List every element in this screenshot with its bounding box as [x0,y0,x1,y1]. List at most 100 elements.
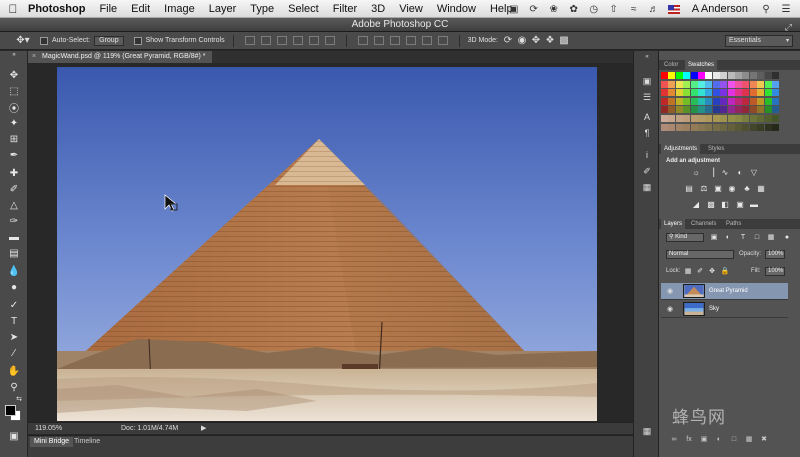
swatch-chip[interactable] [742,89,750,97]
menu-image[interactable]: Image [157,3,202,15]
auto-select-checkbox[interactable] [40,36,48,45]
swatch-chip[interactable] [675,123,683,131]
align-hcenter-icon[interactable] [308,36,319,45]
apple-menu-icon[interactable]:  [0,2,26,16]
swatch-chip[interactable] [764,80,772,88]
hue-saturation-icon[interactable]: ▤ [684,184,694,193]
swatch-chip[interactable] [661,80,668,88]
swatch-chip[interactable] [757,72,765,79]
photo-filter-icon[interactable]: ◉ [727,184,737,193]
crop-tool-icon[interactable]: ⊞ [7,133,21,146]
magic-wand-tool-icon[interactable]: ✦ [7,117,21,130]
blend-mode-dropdown[interactable]: Normal [666,250,734,259]
swatch-chip[interactable] [661,89,668,97]
document-canvas[interactable] [57,67,597,421]
hand-tool-icon[interactable]: ✋ [7,365,21,378]
pen-tool-icon[interactable]: ✓ [7,299,21,312]
distribute-top-icon[interactable] [357,36,368,45]
swatch-chip[interactable] [757,106,765,114]
align-right-icon[interactable] [324,36,335,45]
swatch-chip[interactable] [772,123,779,131]
new-adjustment-layer-icon[interactable]: ◐ [714,436,724,444]
swatch-chip[interactable] [683,80,691,88]
swatch-chip[interactable] [705,97,713,105]
info-panel-icon[interactable]: i [640,149,654,161]
swatch-chip[interactable] [661,97,668,105]
layer-row-sky[interactable]: ◉ Sky [661,301,788,318]
menu-select[interactable]: Select [281,3,326,15]
add-layer-style-icon[interactable]: fx [684,436,694,444]
document-tab[interactable]: × MagicWand.psd @ 119% (Great Pyramid, R… [28,51,212,63]
dodge-tool-icon[interactable]: ● [7,281,21,294]
swatch-chip[interactable] [772,115,779,122]
swatch-chip[interactable] [705,80,713,88]
marquee-tool-icon[interactable]: ⬚ [7,85,21,98]
lock-position-icon[interactable]: ✥ [707,267,717,276]
swatch-chip[interactable] [705,72,713,79]
swatch-chip[interactable] [661,106,668,114]
swatch-chip[interactable] [690,106,698,114]
swatch-chip[interactable] [742,106,750,114]
brightness-contrast-icon[interactable]: ☼ [691,168,701,177]
swatch-chip[interactable] [698,80,705,88]
tray-wifi-icon[interactable]: ≈ [628,3,640,15]
swatch-chip[interactable] [668,72,676,79]
tab-swatches[interactable]: Swatches [685,60,718,70]
distribute-hcenter-icon[interactable] [421,36,432,45]
filter-shape-icon[interactable]: □ [752,233,762,242]
gradient-map-icon[interactable]: ▬ [749,200,759,209]
swatch-chip[interactable] [661,72,668,79]
layer-filter-kind-dropdown[interactable]: ⚲ Kind [666,233,704,242]
swatch-chip[interactable] [764,89,772,97]
tab-color[interactable]: Color [661,60,681,70]
swatch-chip[interactable] [705,89,713,97]
swatch-chip[interactable] [712,72,720,79]
swatch-chip[interactable] [720,72,728,79]
filter-type-icon[interactable]: T [738,233,748,242]
swatch-chip[interactable] [712,80,720,88]
swatch-chip[interactable] [683,106,691,114]
swatch-chip[interactable] [668,80,676,88]
levels-icon[interactable]: ▕ [706,168,716,177]
swatch-chip[interactable] [742,80,750,88]
link-layers-icon[interactable]: ∞ [669,436,679,444]
tab-mini-bridge[interactable]: Mini Bridge [30,437,74,447]
tab-layers[interactable]: Layers [661,219,686,229]
swatch-chip[interactable] [749,106,757,114]
menu-edit[interactable]: Edit [124,3,157,15]
swatch-chip[interactable] [712,106,720,114]
lock-image-icon[interactable]: ✐ [695,267,705,276]
tray-paw-icon[interactable]: ✿ [568,3,580,15]
new-layer-icon[interactable]: ▦ [744,436,754,444]
delete-layer-icon[interactable]: ✖ [759,436,769,444]
swatch-chip[interactable] [749,97,757,105]
3d-drag-icon[interactable]: ✥ [530,34,542,48]
swatch-chip[interactable] [690,123,698,131]
swatch-chip[interactable] [712,123,720,131]
align-top-icon[interactable] [244,36,255,45]
align-vcenter-icon[interactable] [260,36,271,45]
swatch-chip[interactable] [712,89,720,97]
swatches-grid[interactable] [661,72,781,134]
swatch-chip[interactable] [749,80,757,88]
auto-select-dropdown[interactable]: Group [94,35,124,46]
zoom-tool-icon[interactable]: ⚲ [7,381,21,394]
menu-filter[interactable]: Filter [326,3,364,15]
type-tool-icon[interactable]: T [7,315,21,328]
swatch-chip[interactable] [735,115,742,122]
swatch-chip[interactable] [661,115,668,122]
posterize-icon[interactable]: ▩ [706,200,716,209]
swatch-chip[interactable] [712,115,720,122]
paragraph-panel-icon[interactable]: ¶ [640,127,654,139]
tab-paths[interactable]: Paths [723,219,744,229]
vibrance-icon[interactable]: ▽ [749,168,759,177]
swatch-chip[interactable] [720,115,728,122]
menu-app-name[interactable]: Photoshop [26,3,92,15]
swatch-chip[interactable] [772,80,779,88]
healing-brush-tool-icon[interactable]: ✚ [7,167,21,180]
swatch-chip[interactable] [772,97,779,105]
quick-mask-icon[interactable]: ▣ [7,430,21,443]
selective-color-icon[interactable]: ▣ [735,200,745,209]
swatch-chip[interactable] [764,123,772,131]
filter-toggle-icon[interactable]: ● [782,233,792,242]
